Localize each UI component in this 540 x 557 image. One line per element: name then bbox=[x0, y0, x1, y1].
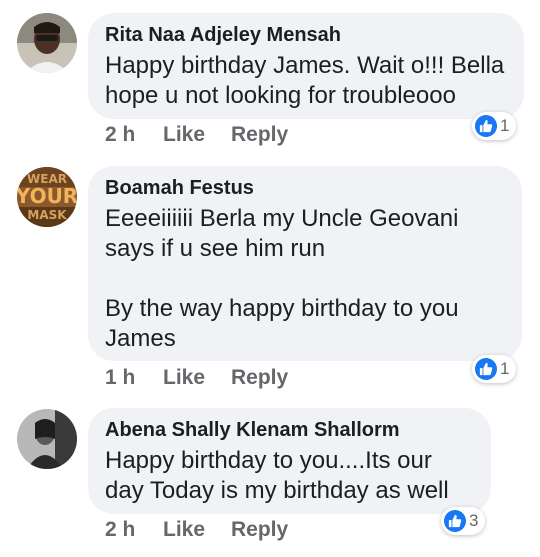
thumbs-up-icon bbox=[475, 115, 497, 137]
reaction-count: 1 bbox=[500, 116, 510, 135]
thumbs-up-icon bbox=[444, 510, 466, 532]
comment-time[interactable]: 1 h bbox=[105, 366, 163, 390]
comment-bubble: Abena Shally Klenam Shallorm Happy birth… bbox=[88, 408, 491, 514]
avatar[interactable] bbox=[17, 409, 77, 469]
like-link[interactable]: Like bbox=[163, 366, 213, 390]
comment-time[interactable]: 2 h bbox=[105, 123, 163, 147]
comment-actions: 2 h Like Reply bbox=[105, 123, 288, 147]
comment-actions: 1 h Like Reply bbox=[105, 366, 288, 390]
avatar-text-mid: YOUR bbox=[17, 184, 77, 208]
reaction-badge[interactable]: 1 bbox=[472, 112, 517, 140]
reply-link[interactable]: Reply bbox=[231, 123, 288, 147]
comment-bubble: Boamah Festus Eeeeiiiiii Berla my Uncle … bbox=[88, 166, 522, 361]
comment-author[interactable]: Rita Naa Adjeley Mensah bbox=[105, 23, 508, 47]
like-link[interactable]: Like bbox=[163, 123, 213, 147]
like-link[interactable]: Like bbox=[163, 518, 213, 542]
avatar[interactable] bbox=[17, 13, 77, 73]
reaction-badge[interactable]: 1 bbox=[472, 355, 517, 383]
reaction-badge[interactable]: 3 bbox=[441, 507, 486, 535]
reaction-count: 1 bbox=[500, 359, 510, 378]
reply-link[interactable]: Reply bbox=[231, 518, 288, 542]
comment-actions: 2 h Like Reply bbox=[105, 518, 288, 542]
avatar[interactable]: WEAR YOUR MASK bbox=[17, 167, 77, 227]
comment-text: Happy birthday to you....Its our day Tod… bbox=[105, 447, 449, 504]
avatar-text-bot: MASK bbox=[27, 208, 67, 222]
comment-time[interactable]: 2 h bbox=[105, 518, 163, 542]
thumbs-up-icon bbox=[475, 358, 497, 380]
reaction-count: 3 bbox=[469, 511, 479, 530]
comment-text: Eeeeiiiiii Berla my Uncle Geovani says i… bbox=[105, 205, 459, 352]
comment-text: Happy birthday James. Wait o!!! Bella ho… bbox=[105, 52, 505, 109]
reply-link[interactable]: Reply bbox=[231, 366, 288, 390]
comment-bubble: Rita Naa Adjeley Mensah Happy birthday J… bbox=[88, 13, 524, 119]
comment-author[interactable]: Boamah Festus bbox=[105, 176, 506, 200]
comment-author[interactable]: Abena Shally Klenam Shallorm bbox=[105, 418, 475, 442]
